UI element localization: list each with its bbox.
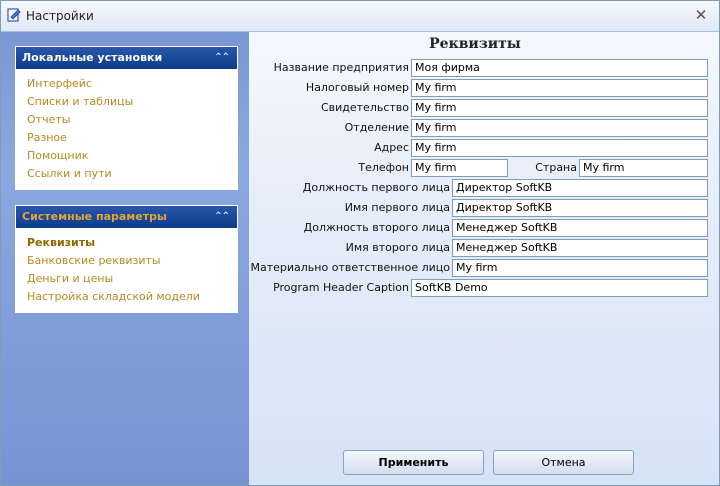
main-panel: Реквизиты Название предприятия Налоговый… <box>249 32 719 485</box>
country-field[interactable] <box>579 159 708 177</box>
cancel-button[interactable]: Отмена <box>493 450 634 475</box>
tax-number-field[interactable] <box>411 79 708 97</box>
second-person-name-field[interactable] <box>452 239 708 257</box>
sidebar-item-misc[interactable]: Разное <box>27 129 237 147</box>
sidebar-item-bank-requisites[interactable]: Банковские реквизиты <box>27 252 237 270</box>
country-label: Страна <box>535 161 577 174</box>
title-bar: Настройки ✕ <box>1 1 719 32</box>
department-label: Отделение <box>344 121 409 134</box>
sidebar-item-lists-tables[interactable]: Списки и таблицы <box>27 93 237 111</box>
system-params-header-label: Системные параметры <box>22 210 167 223</box>
sidebar-item-reports[interactable]: Отчеты <box>27 111 237 129</box>
local-settings-header[interactable]: Локальные установки ⌃⌃ <box>16 47 237 69</box>
tax-number-label: Налоговый номер <box>305 81 409 94</box>
system-params-header[interactable]: Системные параметры ⌃⌃ <box>16 206 237 228</box>
responsible-person-field[interactable] <box>452 259 708 277</box>
certificate-label: Свидетельство <box>320 101 409 114</box>
page-title: Реквизиты <box>429 36 521 52</box>
sidebar: Локальные установки ⌃⌃ Интерфейс Списки … <box>1 32 249 485</box>
first-person-name-label: Имя первого лица <box>344 201 450 214</box>
phone-label: Телефон <box>358 161 409 174</box>
system-params-group: Системные параметры ⌃⌃ Реквизиты Банковс… <box>15 205 238 313</box>
certificate-field[interactable] <box>411 99 708 117</box>
responsible-person-label: Материально ответственное лицо <box>250 261 451 274</box>
address-field[interactable] <box>411 139 708 157</box>
second-person-position-field[interactable] <box>452 219 708 237</box>
phone-field[interactable] <box>411 159 508 177</box>
sidebar-item-money-prices[interactable]: Деньги и цены <box>27 270 237 288</box>
close-icon[interactable]: ✕ <box>693 7 709 23</box>
window-title: Настройки <box>26 9 94 23</box>
sidebar-item-assistant[interactable]: Помощник <box>27 147 237 165</box>
local-settings-group: Локальные установки ⌃⌃ Интерфейс Списки … <box>15 46 238 190</box>
sidebar-item-warehouse-model[interactable]: Настройка складской модели <box>27 288 237 306</box>
sidebar-item-requisites[interactable]: Реквизиты <box>27 234 237 252</box>
local-settings-header-label: Локальные установки <box>22 51 163 64</box>
department-field[interactable] <box>411 119 708 137</box>
program-header-label: Program Header Caption <box>273 281 409 294</box>
first-person-position-field[interactable] <box>452 179 708 197</box>
program-header-field[interactable] <box>411 279 708 297</box>
company-name-label: Название предприятия <box>273 61 409 74</box>
second-person-name-label: Имя второго лица <box>345 241 450 254</box>
address-label: Адрес <box>374 141 409 154</box>
sidebar-item-interface[interactable]: Интерфейс <box>27 75 237 93</box>
collapse-chevron-icon[interactable]: ⌃⌃ <box>214 206 230 228</box>
apply-button[interactable]: Применить <box>343 450 484 475</box>
app-settings-icon <box>7 8 21 22</box>
sidebar-item-links-paths[interactable]: Ссылки и пути <box>27 165 237 183</box>
company-name-field[interactable] <box>411 59 708 77</box>
first-person-name-field[interactable] <box>452 199 708 217</box>
settings-window: Настройки ✕ Локальные установки ⌃⌃ Интер… <box>0 0 720 486</box>
collapse-chevron-icon[interactable]: ⌃⌃ <box>214 47 230 69</box>
second-person-position-label: Должность второго лица <box>303 221 450 234</box>
first-person-position-label: Должность первого лица <box>302 181 450 194</box>
